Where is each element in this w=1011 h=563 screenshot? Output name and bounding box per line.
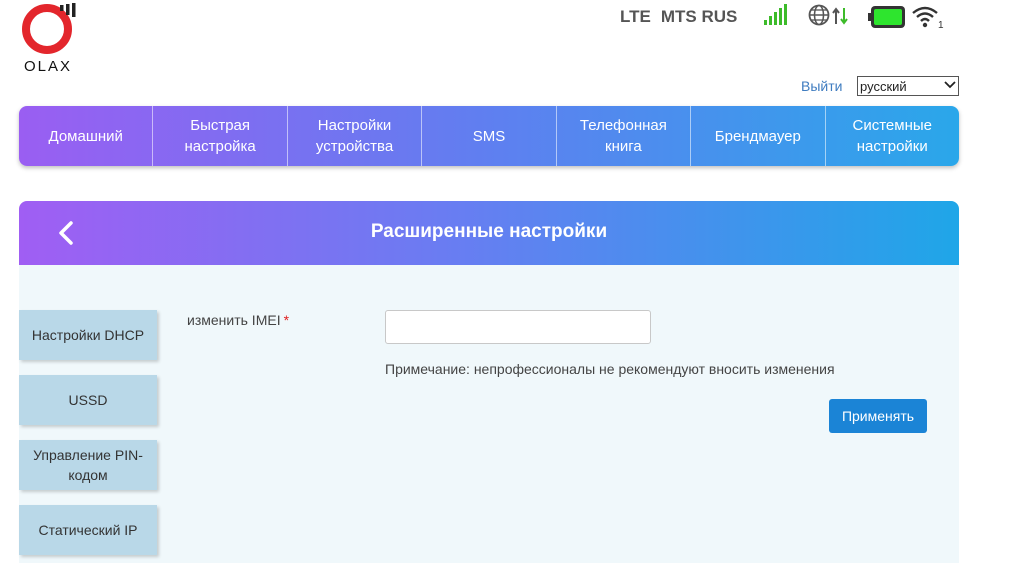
nav-item-system-settings[interactable]: Системные настройки [826, 106, 959, 166]
main-navigation: Домашний Быстрая настройка Настройки уст… [19, 106, 959, 166]
data-transfer-arrows-icon [832, 7, 848, 25]
language-selected-value: русский [860, 78, 907, 94]
apply-button[interactable]: Применять [829, 399, 927, 433]
network-type: LTE [620, 7, 651, 26]
wifi-clients-count: 1 [938, 20, 944, 30]
required-marker: * [283, 312, 290, 328]
signal-strength-icon [764, 4, 787, 25]
olax-logo: OLAX [20, 2, 82, 75]
imei-label-text: изменить IMEI [187, 312, 281, 328]
panel-body: Настройки DHCP USSD Управление PIN-кодом… [19, 265, 959, 563]
olax-logo-icon: OLAX [22, 3, 76, 75]
nav-item-phonebook[interactable]: Телефонная книга [557, 106, 692, 166]
chevron-down-icon [944, 80, 956, 92]
nav-item-firewall[interactable]: Брендмауер [691, 106, 826, 166]
imei-label: изменить IMEI * [187, 312, 289, 328]
nav-item-quick-setup[interactable]: Быстрая настройка [153, 106, 288, 166]
internet-globe-icon [808, 4, 830, 26]
brand-text: OLAX [24, 58, 72, 74]
imei-input[interactable] [385, 310, 651, 344]
wifi-icon: 1 [912, 6, 944, 30]
battery-icon [868, 6, 905, 28]
sidebar-item-dhcp-settings[interactable]: Настройки DHCP [19, 310, 157, 360]
nav-item-home[interactable]: Домашний [19, 106, 154, 166]
sidebar-item-static-ip[interactable]: Статический IP [19, 505, 157, 555]
page-title: Расширенные настройки [370, 221, 608, 242]
nav-item-device-settings[interactable]: Настройки устройства [288, 106, 423, 166]
sidebar-item-pin-management[interactable]: Управление PIN-кодом [19, 440, 157, 490]
sidebar-item-ussd[interactable]: USSD [19, 375, 157, 425]
status-bar: LTE MTS RUS [620, 4, 737, 30]
logout-link[interactable]: Выйти [801, 78, 842, 94]
panel-header: Расширенные настройки [19, 201, 959, 265]
language-select[interactable]: русский [857, 76, 959, 96]
operator-name: MTS RUS [660, 7, 738, 26]
warning-note: Примечание: непрофессионалы не рекоменду… [385, 361, 835, 377]
nav-item-sms[interactable]: SMS [422, 106, 557, 166]
